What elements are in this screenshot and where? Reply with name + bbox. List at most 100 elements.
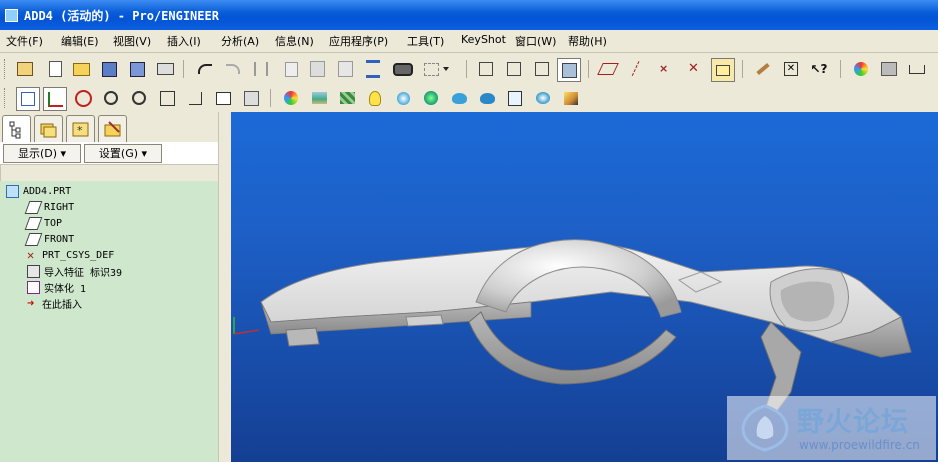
folder-browser-tab[interactable] — [34, 115, 63, 142]
menu-info[interactable]: 信息(N) — [275, 33, 314, 49]
part-icon — [6, 185, 19, 198]
tree-item-csys[interactable]: ✕ PRT_CSYS_DEF — [27, 248, 114, 263]
hidden-line-icon[interactable] — [503, 58, 525, 80]
menu-applications[interactable]: 应用程序(P) — [329, 33, 388, 49]
saved-views-icon[interactable] — [212, 87, 234, 109]
render-icon[interactable] — [476, 87, 498, 109]
menu-bar: 文件(F) 编辑(E) 视图(V) 插入(I) 分析(A) 信息(N) 应用程序… — [0, 30, 938, 53]
watermark-url: www.proewildfire.cn — [799, 438, 920, 452]
save-copy-icon[interactable] — [126, 58, 148, 80]
connections-icon — [104, 121, 121, 137]
zoom-out-icon[interactable] — [128, 87, 150, 109]
cut-icon[interactable] — [250, 58, 272, 80]
whats-this-icon[interactable]: ↖? — [808, 58, 830, 80]
open-icon[interactable] — [70, 58, 92, 80]
datum-plane-icon[interactable] — [597, 58, 619, 80]
orient-icon[interactable] — [184, 87, 206, 109]
tree-item-label: ADD4.PRT — [23, 186, 72, 197]
svg-text:*: * — [77, 124, 83, 137]
print-icon[interactable] — [154, 58, 176, 80]
menu-tools[interactable]: 工具(T) — [407, 33, 444, 49]
window-title: ADD4 (活动的) - Pro/ENGINEER — [24, 9, 219, 23]
datum-display-icon[interactable] — [43, 87, 67, 111]
save-icon[interactable] — [98, 58, 120, 80]
select-box-icon[interactable] — [420, 58, 442, 80]
coordinate-system-icon[interactable]: ✕ — [683, 58, 705, 80]
paste-special-icon[interactable] — [334, 58, 356, 80]
show-dropdown[interactable]: 显示(D) ▾ — [3, 144, 81, 163]
spin-center-icon[interactable] — [72, 87, 94, 109]
toolbar-grip[interactable] — [4, 59, 8, 79]
favorites-tab[interactable]: * — [66, 115, 95, 142]
new-icon[interactable] — [44, 58, 66, 80]
render-room-icon[interactable] — [392, 87, 414, 109]
panel-splitter[interactable] — [218, 112, 232, 462]
toolbar-separator — [840, 60, 841, 78]
keyshot-icon[interactable] — [448, 87, 470, 109]
undo-icon[interactable] — [194, 58, 216, 80]
model-tree-tab[interactable] — [2, 115, 31, 142]
texture-icon[interactable] — [336, 87, 358, 109]
tree-item-insert-here[interactable]: ➜ 在此插入 — [27, 296, 82, 311]
menu-file[interactable]: 文件(F) — [6, 33, 43, 49]
tree-item-front[interactable]: FRONT — [24, 232, 75, 247]
watermark-text: 野火论坛 — [797, 407, 909, 438]
menu-insert[interactable]: 插入(I) — [167, 33, 201, 49]
sketcher-icon[interactable] — [16, 87, 40, 111]
refit-icon[interactable] — [156, 87, 178, 109]
render-region-icon[interactable] — [504, 87, 526, 109]
tree-item-label: 实体化 1 — [44, 284, 87, 295]
copy-icon[interactable] — [280, 58, 302, 80]
appearance-icon[interactable] — [280, 87, 302, 109]
menu-view[interactable]: 视图(V) — [113, 33, 151, 49]
annotation-icon[interactable] — [711, 58, 735, 82]
dropdown-icon[interactable] — [440, 58, 452, 80]
settings-label: 设置(G) — [98, 147, 139, 160]
shading-icon[interactable] — [557, 58, 581, 82]
tree-item-import-feature[interactable]: 导入特征 标识39 — [27, 264, 122, 279]
environment-icon[interactable] — [420, 87, 442, 109]
settings-dropdown[interactable]: 设置(G) ▾ — [84, 144, 162, 163]
measure-icon[interactable] — [906, 58, 928, 80]
regenerate-icon[interactable] — [362, 58, 384, 80]
insert-here-arrow-icon: ➜ — [27, 296, 35, 310]
wireframe-icon[interactable] — [475, 58, 497, 80]
model-tree: ADD4.PRT RIGHT TOP FRONT ✕ PRT_CSYS_DEF … — [0, 181, 218, 462]
tree-item-label: FRONT — [44, 234, 75, 245]
datum-axis-icon[interactable] — [625, 58, 647, 80]
paste-icon[interactable] — [306, 58, 328, 80]
tree-item-solidify[interactable]: 实体化 1 — [27, 280, 86, 295]
color-icon[interactable] — [850, 58, 872, 80]
zoom-in-icon[interactable] — [100, 87, 122, 109]
tree-item-label: 导入特征 标识39 — [44, 268, 123, 279]
redo-icon[interactable] — [222, 58, 244, 80]
navigator-tabs: * — [0, 112, 221, 142]
toolbar-grip[interactable] — [4, 88, 8, 108]
menu-window[interactable]: 窗口(W) — [515, 33, 556, 49]
select-filter-icon[interactable] — [14, 58, 36, 80]
light-icon[interactable] — [364, 87, 386, 109]
layers-icon[interactable] — [240, 87, 262, 109]
menu-edit[interactable]: 编辑(E) — [61, 33, 99, 49]
tree-item-top[interactable]: TOP — [24, 216, 62, 231]
photo-icon[interactable] — [532, 87, 554, 109]
connections-tab[interactable] — [98, 115, 127, 142]
forum-watermark: 野火论坛 www.proewildfire.cn — [727, 396, 936, 460]
tree-item-right[interactable]: RIGHT — [24, 200, 74, 215]
app-icon — [5, 9, 18, 22]
tree-item-part[interactable]: ADD4.PRT — [6, 184, 71, 199]
sketch-icon[interactable] — [752, 58, 774, 80]
toolbar-separator — [270, 89, 271, 107]
find-icon[interactable] — [392, 58, 414, 80]
show-label: 显示(D) — [17, 147, 58, 160]
menu-keyshot[interactable]: KeyShot — [461, 33, 506, 46]
menu-analysis[interactable]: 分析(A) — [221, 33, 259, 49]
datum-point-icon[interactable]: × — [653, 58, 675, 80]
close-window-icon[interactable]: ✕ — [780, 58, 802, 80]
settings-icon[interactable] — [560, 87, 582, 109]
scene-icon[interactable] — [308, 87, 330, 109]
no-hidden-icon[interactable] — [531, 58, 553, 80]
material-icon[interactable] — [878, 58, 900, 80]
model-tree-icon — [9, 121, 21, 139]
menu-help[interactable]: 帮助(H) — [568, 33, 607, 49]
